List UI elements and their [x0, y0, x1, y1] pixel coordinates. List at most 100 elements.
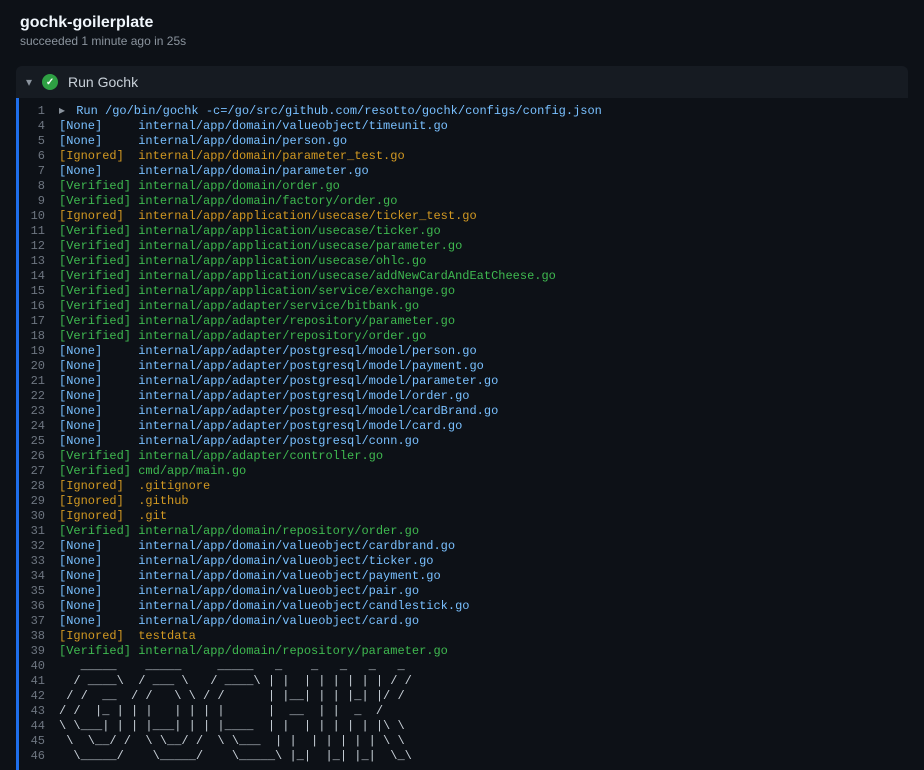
- log-line: 9[Verified] internal/app/domain/factory/…: [19, 194, 908, 209]
- line-number: 4: [19, 119, 59, 134]
- line-number: 1: [19, 104, 59, 119]
- log-line: 5[None] internal/app/domain/person.go: [19, 134, 908, 149]
- check-icon: ✓: [42, 74, 58, 90]
- line-number: 45: [19, 734, 59, 749]
- workflow-header: gochk-goilerplate succeeded 1 minute ago…: [0, 0, 924, 58]
- line-content: [Ignored] internal/app/application/useca…: [59, 209, 477, 224]
- workflow-title: gochk-goilerplate: [20, 14, 904, 32]
- log-line: 21[None] internal/app/adapter/postgresql…: [19, 374, 908, 389]
- line-number: 39: [19, 644, 59, 659]
- line-content: \ \___| | | |___| | | |____ | | | | | | …: [59, 719, 433, 734]
- line-content: [Ignored] .git: [59, 509, 167, 524]
- line-number: 22: [19, 389, 59, 404]
- chevron-down-icon[interactable]: ▾: [26, 75, 32, 89]
- log-line: 45 \ \__/ / \ \__/ / \ \___ | | | | | | …: [19, 734, 908, 749]
- log-line: 26[Verified] internal/app/adapter/contro…: [19, 449, 908, 464]
- line-content: / ____\ / ___ \ / ____\ | | | | | | | | …: [59, 674, 433, 689]
- log-line: 10[Ignored] internal/app/application/use…: [19, 209, 908, 224]
- step-header[interactable]: ▾ ✓ Run Gochk: [16, 66, 908, 98]
- line-number: 13: [19, 254, 59, 269]
- line-number: 9: [19, 194, 59, 209]
- disclosure-triangle-icon[interactable]: ▸: [59, 104, 69, 119]
- line-content: [None] internal/app/domain/valueobject/t…: [59, 119, 448, 134]
- log-line: 37[None] internal/app/domain/valueobject…: [19, 614, 908, 629]
- line-content: [Ignored] .github: [59, 494, 189, 509]
- log-line: 39[Verified] internal/app/domain/reposit…: [19, 644, 908, 659]
- log-line: 40 _____ _____ _____ _ _ _ _ _: [19, 659, 908, 674]
- line-number: 17: [19, 314, 59, 329]
- log-line: 38[Ignored] testdata: [19, 629, 908, 644]
- log-line: 41 / ____\ / ___ \ / ____\ | | | | | | |…: [19, 674, 908, 689]
- log-line: 28[Ignored] .gitignore: [19, 479, 908, 494]
- log-line: 19[None] internal/app/adapter/postgresql…: [19, 344, 908, 359]
- line-number: 7: [19, 164, 59, 179]
- line-number: 6: [19, 149, 59, 164]
- log-line: 13[Verified] internal/app/application/us…: [19, 254, 908, 269]
- log-line: 14[Verified] internal/app/application/us…: [19, 269, 908, 284]
- line-number: 8: [19, 179, 59, 194]
- line-number: 30: [19, 509, 59, 524]
- line-number: 33: [19, 554, 59, 569]
- line-content: [Verified] internal/app/domain/repositor…: [59, 644, 448, 659]
- line-content: [None] internal/app/domain/valueobject/p…: [59, 569, 441, 584]
- line-content: [Verified] internal/app/adapter/reposito…: [59, 329, 426, 344]
- line-content: / / |_ | | | | | | | | __ | | _ /: [59, 704, 433, 719]
- line-content: [None] internal/app/adapter/postgresql/m…: [59, 404, 498, 419]
- log-line: 6[Ignored] internal/app/domain/parameter…: [19, 149, 908, 164]
- line-number: 41: [19, 674, 59, 689]
- line-content: [None] internal/app/adapter/postgresql/c…: [59, 434, 419, 449]
- line-content: [Verified] internal/app/application/serv…: [59, 284, 455, 299]
- log-line: 35[None] internal/app/domain/valueobject…: [19, 584, 908, 599]
- line-number: 23: [19, 404, 59, 419]
- log-line: 18[Verified] internal/app/adapter/reposi…: [19, 329, 908, 344]
- line-number: 15: [19, 284, 59, 299]
- log-line: 24[None] internal/app/adapter/postgresql…: [19, 419, 908, 434]
- line-number: 21: [19, 374, 59, 389]
- line-number: 46: [19, 749, 59, 764]
- line-number: 25: [19, 434, 59, 449]
- line-content: [Verified] internal/app/domain/factory/o…: [59, 194, 397, 209]
- line-content: [None] internal/app/domain/valueobject/p…: [59, 584, 419, 599]
- log-line: 34[None] internal/app/domain/valueobject…: [19, 569, 908, 584]
- line-number: 38: [19, 629, 59, 644]
- line-number: 42: [19, 689, 59, 704]
- log-line: 4[None] internal/app/domain/valueobject/…: [19, 119, 908, 134]
- log-line: 1▸ Run /go/bin/gochk -c=/go/src/github.c…: [19, 104, 908, 119]
- log-line: 33[None] internal/app/domain/valueobject…: [19, 554, 908, 569]
- line-number: 16: [19, 299, 59, 314]
- log-line: 31[Verified] internal/app/domain/reposit…: [19, 524, 908, 539]
- log-line: 36[None] internal/app/domain/valueobject…: [19, 599, 908, 614]
- log-output: 1▸ Run /go/bin/gochk -c=/go/src/github.c…: [16, 98, 908, 770]
- line-number: 27: [19, 464, 59, 479]
- line-number: 11: [19, 224, 59, 239]
- line-content: ▸ Run /go/bin/gochk -c=/go/src/github.co…: [59, 104, 602, 119]
- log-line: 29[Ignored] .github: [19, 494, 908, 509]
- line-content: [None] internal/app/domain/parameter.go: [59, 164, 369, 179]
- line-content: [None] internal/app/adapter/postgresql/m…: [59, 359, 484, 374]
- log-line: 46 \_____/ \_____/ \_____\ |_| |_| |_| \…: [19, 749, 908, 764]
- line-number: 26: [19, 449, 59, 464]
- line-content: [None] internal/app/domain/valueobject/c…: [59, 599, 469, 614]
- line-content: [Verified] internal/app/adapter/reposito…: [59, 314, 455, 329]
- log-line: 23[None] internal/app/adapter/postgresql…: [19, 404, 908, 419]
- line-number: 31: [19, 524, 59, 539]
- line-number: 10: [19, 209, 59, 224]
- line-content: [Ignored] testdata: [59, 629, 196, 644]
- log-line: 17[Verified] internal/app/adapter/reposi…: [19, 314, 908, 329]
- workflow-status: succeeded 1 minute ago in 25s: [20, 34, 904, 48]
- line-content: [None] internal/app/domain/valueobject/t…: [59, 554, 433, 569]
- line-number: 29: [19, 494, 59, 509]
- line-content: [Verified] internal/app/application/usec…: [59, 254, 426, 269]
- line-content: [Verified] internal/app/adapter/service/…: [59, 299, 419, 314]
- log-line: 30[Ignored] .git: [19, 509, 908, 524]
- line-content: \ \__/ / \ \__/ / \ \___ | | | | | | | \…: [59, 734, 426, 749]
- line-number: 35: [19, 584, 59, 599]
- log-line: 22[None] internal/app/adapter/postgresql…: [19, 389, 908, 404]
- line-content: [Verified] internal/app/domain/repositor…: [59, 524, 419, 539]
- line-number: 37: [19, 614, 59, 629]
- line-content: / / __ / / \ \ / / | |__| | | |_| |/ /: [59, 689, 433, 704]
- log-line: 16[Verified] internal/app/adapter/servic…: [19, 299, 908, 314]
- line-content: [None] internal/app/adapter/postgresql/m…: [59, 374, 498, 389]
- line-content: [Verified] internal/app/application/usec…: [59, 269, 556, 284]
- line-content: [Verified] internal/app/adapter/controll…: [59, 449, 383, 464]
